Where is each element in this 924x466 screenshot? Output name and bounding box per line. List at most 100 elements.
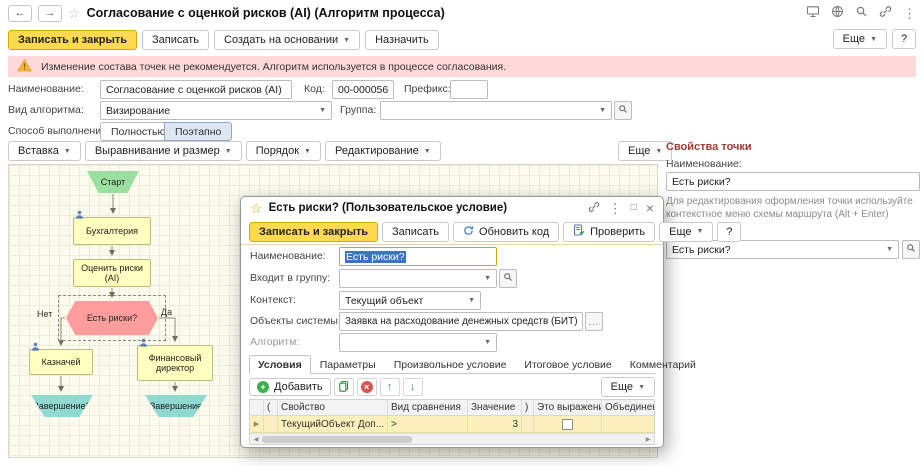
cell-close-bracket[interactable]: [522, 416, 534, 432]
search-icon[interactable]: [855, 5, 868, 21]
chevron-down-icon: ▼: [64, 148, 71, 155]
header-is-expression[interactable]: Это выражение: [534, 400, 602, 415]
dialog-algorithm-combobox[interactable]: ▼: [339, 333, 497, 352]
warning-icon: [17, 59, 32, 75]
cell-union[interactable]: [602, 416, 655, 432]
close-icon[interactable]: ×: [646, 201, 654, 215]
move-up-button[interactable]: ↑: [380, 378, 400, 396]
dialog-algorithm-label: Алгоритм:: [250, 336, 299, 348]
flow-node-decision[interactable]: Есть риски?: [66, 301, 158, 335]
kebab-menu-icon[interactable]: ⋮: [903, 7, 916, 20]
tab-final-condition[interactable]: Итоговое условие: [515, 355, 620, 374]
header-open-bracket[interactable]: (: [264, 400, 278, 415]
is-expression-checkbox[interactable]: [562, 419, 573, 430]
flow-node-accounting[interactable]: Бухгалтерия: [73, 217, 151, 245]
warning-text: Изменение состава точек не рекомендуется…: [41, 61, 506, 73]
more-button[interactable]: Еще▼: [833, 29, 887, 49]
arrow-up-icon: ↑: [387, 382, 393, 393]
edit-button[interactable]: Редактирование▼: [325, 141, 441, 161]
method-option-staged[interactable]: Поэтапно: [164, 122, 232, 141]
create-based-button[interactable]: Создать на основании▼: [214, 30, 360, 50]
dialog-group-open-button[interactable]: [499, 269, 517, 288]
form-row-name: Наименование: Согласование с оценкой рис…: [8, 80, 663, 100]
group-open-button[interactable]: [614, 101, 632, 120]
point-name-input[interactable]: Есть риски?: [666, 172, 920, 191]
dialog-more-button[interactable]: Еще▼: [659, 222, 713, 242]
kebab-menu-icon[interactable]: ⋮: [609, 202, 622, 215]
header-property[interactable]: Свойство: [278, 400, 388, 415]
back-button[interactable]: ←: [8, 5, 32, 22]
dialog-name-label: Наименование:: [250, 250, 326, 262]
dialog-group-combobox[interactable]: ▼: [339, 269, 497, 288]
monitor-icon[interactable]: [806, 5, 820, 21]
kind-label: Вид алгоритма:: [8, 104, 84, 116]
check-button[interactable]: Проверить: [563, 222, 655, 242]
group-combobox[interactable]: ▼: [380, 101, 612, 120]
dialog-save-close-button[interactable]: Записать и закрыть: [249, 222, 378, 242]
cell-value[interactable]: 3: [468, 416, 522, 432]
cell-property[interactable]: ТекущийОбъект Доп...: [278, 416, 388, 432]
dialog-star-icon[interactable]: ☆: [250, 200, 263, 217]
flow-node-treasurer[interactable]: Казначей: [29, 349, 93, 375]
tab-custom-condition[interactable]: Произвольное условие: [385, 355, 516, 374]
refresh-icon: [463, 225, 474, 239]
prefix-input[interactable]: [450, 80, 488, 99]
save-close-button[interactable]: Записать и закрыть: [8, 30, 137, 50]
condition-combobox[interactable]: Есть риски?▼: [666, 240, 899, 259]
dialog-context-label: Контекст:: [250, 294, 296, 306]
grid-header: ( Свойство Вид сравнения Значение ) Это …: [250, 400, 654, 416]
condition-open-button[interactable]: [902, 240, 920, 259]
flow-node-assess-risks[interactable]: Оценить риски (AI): [73, 259, 151, 287]
add-row-button[interactable]: + Добавить: [249, 378, 331, 396]
scroll-left-icon[interactable]: ◀: [250, 436, 262, 443]
cell-comparison[interactable]: >: [388, 416, 468, 432]
scrollbar-thumb[interactable]: [262, 436, 412, 443]
warning-banner: Изменение состава точек не рекомендуется…: [8, 56, 916, 77]
table-row[interactable]: ▶ ТекущийОбъект Доп... > 3: [250, 416, 654, 433]
header-comparison[interactable]: Вид сравнения: [388, 400, 468, 415]
delete-row-button[interactable]: ×: [357, 378, 377, 396]
cell-open-bracket[interactable]: [264, 416, 278, 432]
copy-row-button[interactable]: [334, 378, 354, 396]
header-union[interactable]: Объединение с: [602, 400, 655, 415]
name-input[interactable]: Согласование с оценкой рисков (AI): [100, 80, 292, 99]
flow-more-button[interactable]: Еще▼: [618, 141, 672, 161]
tab-conditions[interactable]: Условия: [249, 355, 311, 374]
kind-combobox[interactable]: Визирование▼: [100, 101, 332, 120]
header-gutter: [250, 400, 264, 415]
favorites-star-icon[interactable]: ☆: [68, 5, 81, 22]
link-icon[interactable]: [588, 201, 600, 216]
chevron-down-icon: ▼: [484, 275, 491, 282]
help-button[interactable]: ?: [892, 29, 916, 49]
flow-node-fin-director[interactable]: Финансовый директор: [137, 345, 213, 381]
horizontal-scrollbar[interactable]: ◀ ▶: [250, 433, 654, 444]
maximize-icon[interactable]: □: [631, 203, 637, 213]
arrow-down-icon: ↓: [410, 382, 416, 393]
tab-comment[interactable]: Комментарий: [621, 355, 705, 374]
header-close-bracket[interactable]: ): [522, 400, 534, 415]
dialog-help-button[interactable]: ?: [717, 222, 741, 242]
align-size-button[interactable]: Выравнивание и размер▼: [85, 141, 242, 161]
dialog-save-button[interactable]: Записать: [382, 222, 449, 242]
conditions-grid: ( Свойство Вид сравнения Значение ) Это …: [249, 399, 655, 445]
globe-icon[interactable]: [831, 5, 844, 21]
table-more-button[interactable]: Еще▼: [601, 377, 655, 397]
code-input[interactable]: 00-000056: [332, 80, 394, 99]
tab-parameters[interactable]: Параметры: [311, 355, 385, 374]
assign-button[interactable]: Назначить: [365, 30, 439, 50]
insert-button[interactable]: Вставка▼: [8, 141, 81, 161]
dialog-context-combobox[interactable]: Текущий объект▼: [339, 291, 481, 310]
move-down-button[interactable]: ↓: [403, 378, 423, 396]
flow-toolbar: Вставка▼ Выравнивание и размер▼ Порядок▼…: [8, 141, 441, 161]
save-button[interactable]: Записать: [142, 30, 209, 50]
header-value[interactable]: Значение: [468, 400, 522, 415]
dialog-name-input[interactable]: Есть риски?: [339, 247, 497, 266]
dialog-objects-input[interactable]: Заявка на расходование денежных средств …: [339, 312, 583, 331]
forward-button[interactable]: →: [38, 5, 62, 22]
scroll-right-icon[interactable]: ▶: [642, 436, 654, 443]
panel-hint: Для редактирования оформления точки испо…: [666, 196, 920, 221]
dialog-objects-ellipsis-button[interactable]: ...: [585, 312, 603, 331]
link-icon[interactable]: [879, 5, 892, 21]
refresh-code-button[interactable]: Обновить код: [453, 222, 559, 242]
order-button[interactable]: Порядок▼: [246, 141, 321, 161]
